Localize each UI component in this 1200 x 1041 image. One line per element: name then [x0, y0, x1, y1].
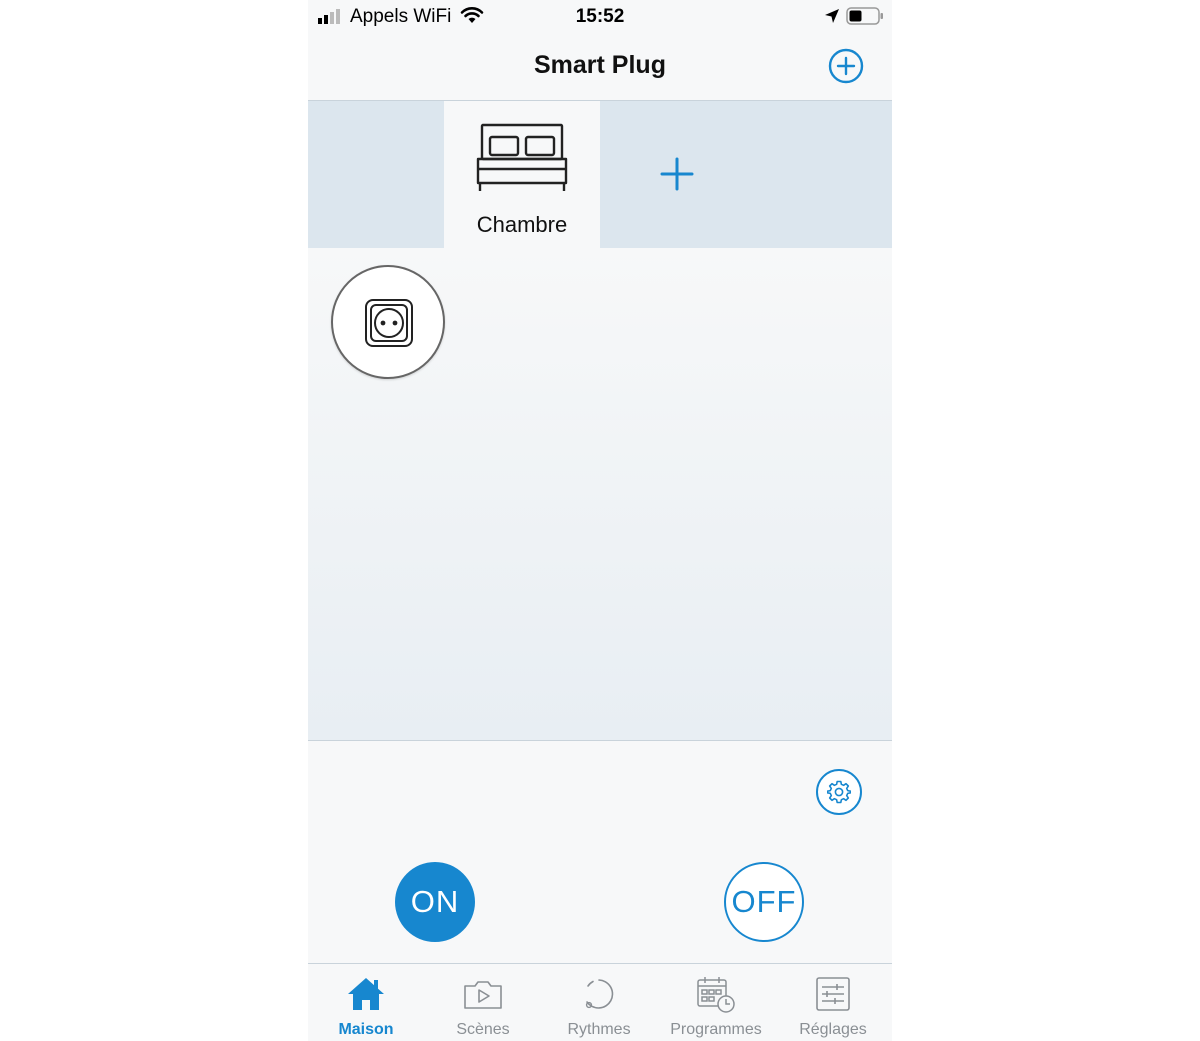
rooms-strip: Chambre: [308, 101, 892, 248]
tab-label: Maison: [338, 1021, 394, 1038]
all-off-button[interactable]: OFF: [724, 862, 804, 942]
home-icon: [348, 978, 384, 1010]
tab-maison[interactable]: Maison: [308, 964, 424, 1041]
device-plug-button[interactable]: [331, 265, 445, 379]
socket-icon: [365, 299, 413, 347]
add-room-button[interactable]: [648, 141, 706, 207]
status-time: 15:52: [575, 6, 625, 27]
tab-reglages[interactable]: Réglages: [775, 964, 891, 1041]
calendar-clock-icon: [697, 977, 735, 1013]
add-device-button[interactable]: [828, 48, 864, 84]
bed-icon: [476, 123, 568, 191]
room-label: Chambre: [476, 212, 568, 237]
tab-rythmes[interactable]: Rythmes: [541, 964, 657, 1041]
tab-label: Réglages: [799, 1021, 867, 1038]
rooms-strip-spacer: [308, 101, 444, 248]
tab-label: Scènes: [456, 1021, 510, 1038]
gear-icon: [827, 780, 851, 804]
status-bar: Appels WiFi 15:52: [308, 0, 892, 32]
phone-screen: Appels WiFi 15:52 Smart Plug Chambre ON …: [308, 0, 892, 1041]
tab-scenes[interactable]: Scènes: [425, 964, 541, 1041]
all-on-button[interactable]: ON: [395, 862, 475, 942]
scene-camera-icon: [464, 981, 502, 1009]
room-tab-chambre[interactable]: Chambre: [444, 101, 600, 248]
group-settings-button[interactable]: [816, 769, 862, 815]
sliders-icon: [816, 977, 850, 1011]
battery-icon: [846, 7, 883, 25]
location-arrow-icon: [825, 9, 839, 23]
rhythm-icon: [585, 979, 614, 1009]
tab-bar: Maison Scènes Rythmes Programmes Réglage…: [308, 963, 892, 1041]
controls-panel: ON OFF: [308, 741, 892, 963]
page-title: Smart Plug: [534, 51, 666, 79]
devices-area: [308, 248, 892, 741]
tab-label: Rythmes: [567, 1021, 631, 1038]
tab-programmes[interactable]: Programmes: [658, 964, 774, 1041]
nav-bar: Smart Plug: [308, 32, 892, 101]
tab-label: Programmes: [670, 1021, 762, 1038]
